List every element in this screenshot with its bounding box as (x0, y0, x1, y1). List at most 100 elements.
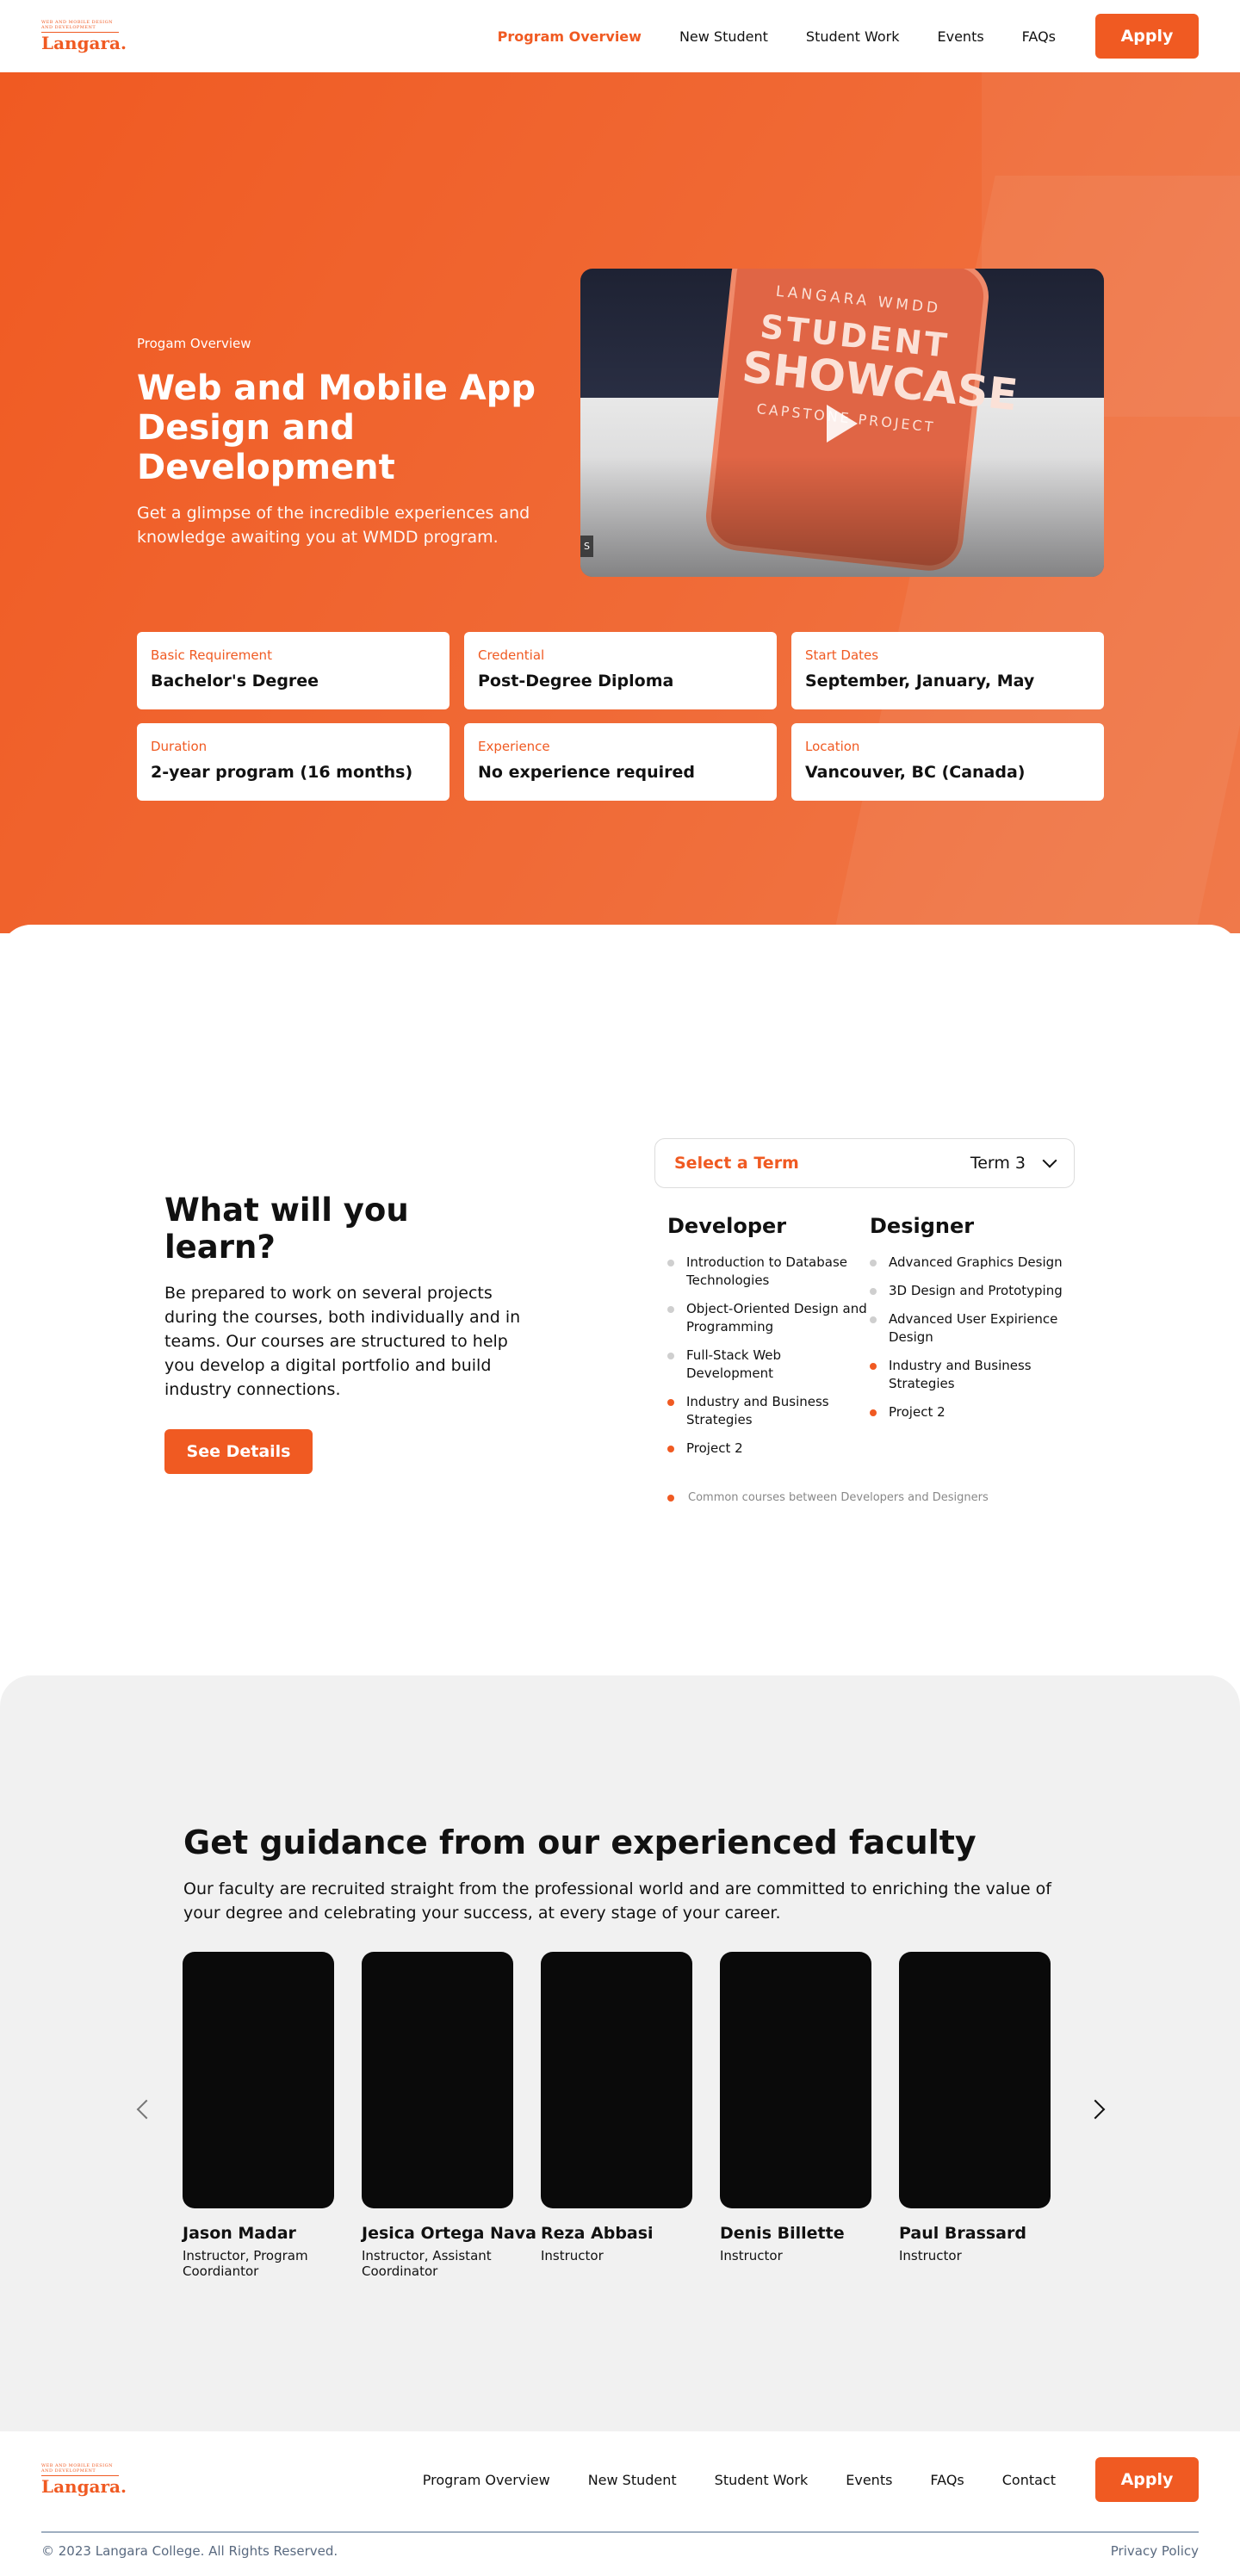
learn-title: What will you learn? (164, 1192, 409, 1266)
hero-content: Progam Overview Web and Mobile App Desig… (137, 336, 567, 549)
faculty-role: Instructor (541, 2248, 604, 2263)
footer-langara-logo[interactable]: WEB AND MOBILE DESIGN AND DEVELOPMENT La… (41, 2463, 127, 2496)
course-item: Advanced Graphics Design (870, 1254, 1072, 1272)
info-label: Experience (478, 739, 550, 754)
footer-nav: Program Overview New Student Student Wor… (385, 2457, 1199, 2502)
faculty-photo (720, 1952, 871, 2208)
info-card-location: Location Vancouver, BC (Canada) (791, 723, 1104, 801)
faculty-name: Paul Brassard (899, 2224, 1026, 2243)
course-name: Project 2 (686, 1440, 743, 1456)
info-card-duration: Duration 2-year program (16 months) (137, 723, 450, 801)
site-footer: WEB AND MOBILE DESIGN AND DEVELOPMENT La… (0, 2431, 1240, 2576)
info-value: No experience required (478, 763, 696, 782)
apply-button[interactable]: Apply (1095, 14, 1199, 59)
copyright-text: © 2023 Langara College. All Rights Reser… (41, 2543, 338, 2559)
course-name: Full-Stack Web Development (686, 1347, 782, 1381)
nav-faqs[interactable]: FAQs (1022, 28, 1056, 45)
term-select[interactable]: Select a Term Term 3 (654, 1138, 1075, 1188)
course-name: Introduction to Database Technologies (686, 1254, 848, 1288)
footer-nav-contact[interactable]: Contact (1002, 2472, 1056, 2488)
showcase-video[interactable]: LANGARA WMDD STUDENT SHOWCASE CAPSTONE P… (580, 269, 1104, 577)
nav-events[interactable]: Events (938, 28, 984, 45)
faculty-description: Our faculty are recruited straight from … (183, 1879, 1051, 1923)
faculty-card[interactable]: Reza Abbasi Instructor (541, 1952, 692, 2279)
course-name: Industry and Business Strategies (889, 1358, 1032, 1391)
program-info-grid: Basic Requirement Bachelor's Degree Cred… (137, 632, 1104, 801)
common-bullet-icon (870, 1409, 877, 1416)
info-value: Bachelor's Degree (151, 672, 319, 690)
section-curve (0, 925, 1240, 933)
faculty-photo (541, 1952, 692, 2208)
learn-description: Be prepared to work on several projects … (164, 1284, 521, 1399)
term-value-text: Term 3 (970, 1154, 1026, 1173)
info-card-credential: Credential Post-Degree Diploma (464, 632, 777, 709)
faculty-card[interactable]: Jason Madar Instructor, Program Coordian… (183, 1952, 334, 2279)
course-name: Industry and Business Strategies (686, 1394, 829, 1427)
common-bullet-icon (667, 1446, 674, 1452)
faculty-card[interactable]: Jesica Ortega Nava Instructor, Assistant… (362, 1952, 536, 2279)
course-name: 3D Design and Prototyping (889, 1283, 1063, 1298)
hero-subtitle: Get a glimpse of the incredible experien… (137, 504, 530, 547)
footer-nav-new-student[interactable]: New Student (588, 2472, 677, 2488)
common-bullet-icon (667, 1399, 674, 1406)
footer-nav-student-work[interactable]: Student Work (715, 2472, 809, 2488)
designer-track: Designer Advanced Graphics Design 3D Des… (870, 1214, 1072, 1468)
see-details-button[interactable]: See Details (164, 1429, 313, 1474)
term-select-label: Select a Term (674, 1154, 799, 1173)
hero-title: Web and Mobile App Design and Developmen… (137, 368, 536, 487)
faculty-name: Jesica Ortega Nava (362, 2224, 536, 2243)
faculty-role: Instructor (720, 2248, 783, 2263)
faculty-section: Get guidance from our experienced facult… (0, 1675, 1240, 2431)
chevron-down-icon (1042, 1153, 1057, 1168)
designer-track-title: Designer (870, 1214, 975, 1238)
faculty-card[interactable]: Denis Billette Instructor (720, 1952, 871, 2279)
play-icon[interactable] (827, 405, 858, 443)
course-item: Full-Stack Web Development (667, 1347, 870, 1383)
video-shade (580, 456, 1104, 577)
info-label: Basic Requirement (151, 647, 272, 663)
footer-top: WEB AND MOBILE DESIGN AND DEVELOPMENT La… (41, 2457, 1199, 2502)
developer-track: Developer Introduction to Database Techn… (667, 1214, 870, 1468)
nav-student-work[interactable]: Student Work (806, 28, 900, 45)
hero-eyebrow: Progam Overview (137, 336, 251, 351)
faculty-carousel: Jason Madar Instructor, Program Coordian… (183, 1952, 1051, 2279)
nav-program-overview[interactable]: Program Overview (498, 28, 642, 45)
info-value: September, January, May (805, 672, 1035, 690)
bullet-icon (870, 1260, 877, 1266)
info-label: Start Dates (805, 647, 879, 663)
logo-wordmark: Langara. (41, 32, 127, 53)
site-header: WEB AND MOBILE DESIGN AND DEVELOPMENT La… (0, 0, 1240, 72)
course-item: Introduction to Database Technologies (667, 1254, 870, 1290)
langara-logo[interactable]: WEB AND MOBILE DESIGN AND DEVELOPMENT La… (41, 20, 127, 53)
learn-intro: What will you learn? Be prepared to work… (164, 1192, 526, 1474)
chevron-left-icon[interactable] (136, 2099, 157, 2120)
term-select-value: Term 3 (970, 1153, 1057, 1173)
bullet-icon (667, 1353, 674, 1359)
footer-nav-faqs[interactable]: FAQs (930, 2472, 964, 2488)
nav-new-student[interactable]: New Student (679, 28, 768, 45)
footer-nav-events[interactable]: Events (846, 2472, 892, 2488)
faculty-photo (899, 1952, 1051, 2208)
hero-section: Progam Overview Web and Mobile App Desig… (0, 72, 1240, 933)
legend-text: Common courses between Developers and De… (688, 1491, 989, 1504)
course-item: Industry and Business Strategies (667, 1393, 870, 1429)
developer-track-title: Developer (667, 1214, 787, 1238)
footer-nav-program-overview[interactable]: Program Overview (423, 2472, 550, 2488)
course-item: Object-Oriented Design and Programming (667, 1300, 870, 1336)
course-item: Advanced User Expirience Design (870, 1310, 1072, 1347)
faculty-name: Jason Madar (183, 2224, 296, 2243)
learn-section: What will you learn? Be prepared to work… (0, 933, 1240, 1675)
info-value: Post-Degree Diploma (478, 672, 674, 690)
course-item: Project 2 (870, 1403, 1072, 1421)
chevron-right-icon[interactable] (1085, 2099, 1106, 2120)
common-bullet-icon (870, 1363, 877, 1370)
faculty-card[interactable]: Paul Brassard Instructor (899, 1952, 1051, 2279)
faculty-title: Get guidance from our experienced facult… (183, 1824, 976, 1861)
footer-apply-button[interactable]: Apply (1095, 2457, 1199, 2502)
info-value: 2-year program (16 months) (151, 763, 413, 782)
info-value: Vancouver, BC (Canada) (805, 763, 1026, 782)
privacy-policy-link[interactable]: Privacy Policy (1111, 2543, 1199, 2559)
info-card-experience: Experience No experience required (464, 723, 777, 801)
bullet-icon (667, 1306, 674, 1313)
course-name: Advanced User Expirience Design (889, 1311, 1058, 1345)
